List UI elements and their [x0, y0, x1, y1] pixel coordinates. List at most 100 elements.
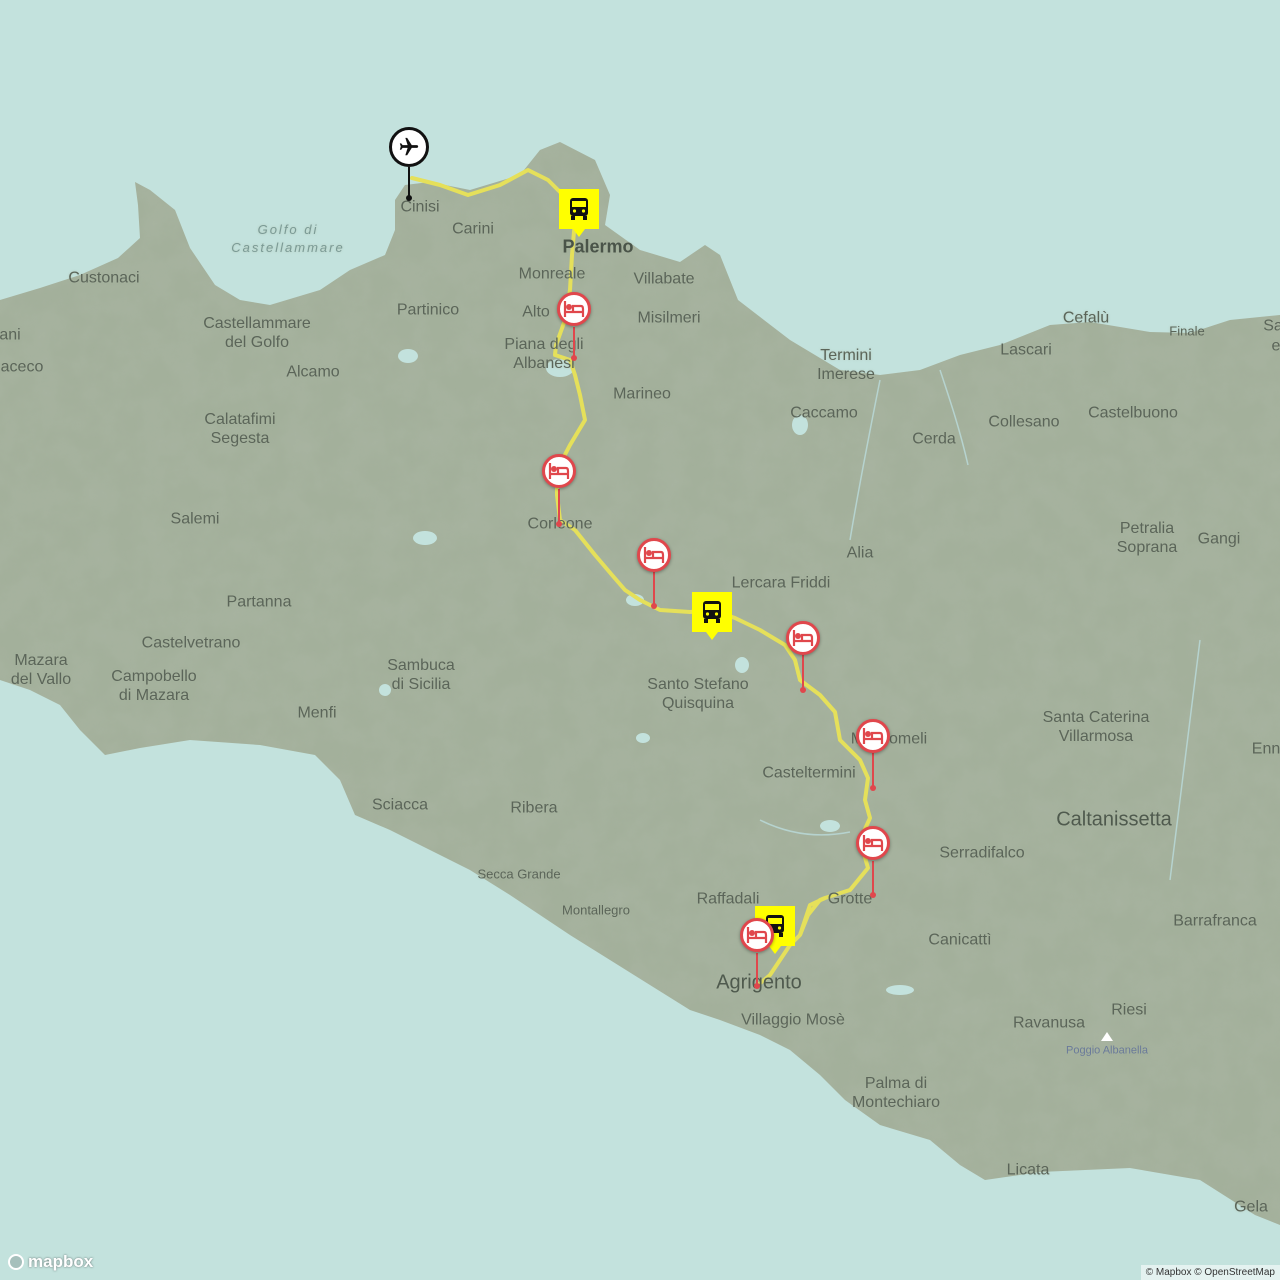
place-label: Finale	[1169, 323, 1205, 339]
place-label: Santo Stefano Quisquina	[647, 676, 749, 712]
place-label: Cefalù	[1062, 309, 1110, 327]
place-label: Gangi	[1197, 530, 1241, 548]
place-label: Enn	[1251, 740, 1280, 758]
place-label: Cerda	[912, 430, 956, 448]
hotel-point	[571, 355, 577, 361]
map-attribution[interactable]: © Mapbox © OpenStreetMap	[1140, 1265, 1280, 1280]
mapbox-logo[interactable]: mapbox	[8, 1252, 93, 1272]
hotel-stem	[872, 861, 874, 895]
place-label: Termini Imerese	[817, 347, 875, 383]
place-label: Lercara Friddi	[731, 574, 831, 592]
hotel-marker[interactable]	[786, 621, 820, 655]
hotel-marker[interactable]	[637, 538, 671, 572]
mapbox-logo-icon	[8, 1254, 24, 1270]
place-label: Montallegro	[562, 902, 630, 918]
place-label: Canicattì	[928, 931, 992, 949]
place-label: Monreale	[518, 265, 586, 283]
place-label: Partanna	[226, 593, 292, 611]
place-label: Ribera	[510, 799, 558, 817]
place-label: Villaggio Mosè	[741, 1011, 845, 1029]
bed-icon	[792, 630, 814, 646]
place-label: Grotte	[827, 890, 873, 908]
place-label: Caccamo	[790, 404, 858, 422]
hotel-point	[754, 983, 760, 989]
place-label: Partinico	[396, 301, 460, 319]
place-label: Salemi	[170, 510, 220, 528]
place-label: Secca Grande	[477, 866, 561, 882]
bus-marker[interactable]	[559, 189, 599, 237]
hotel-marker[interactable]	[740, 918, 774, 952]
sea-label: Golfo di Castellammare	[231, 222, 345, 255]
place-label: Palma di Montechiaro	[851, 1075, 941, 1111]
hotel-stem	[573, 327, 575, 357]
place-label: Villabate	[633, 270, 695, 288]
place-label: Casteltermini	[762, 764, 856, 782]
airport-stem	[408, 167, 410, 197]
place-label: Raffadali	[696, 890, 760, 908]
peak-icon	[1101, 1032, 1113, 1041]
place-label: Riesi	[1111, 1001, 1147, 1019]
place-label: Sciacca	[371, 796, 429, 814]
lake	[886, 985, 914, 995]
hotel-point	[870, 785, 876, 791]
hotel-point	[800, 687, 806, 693]
lake	[413, 531, 437, 545]
hotel-stem	[872, 753, 874, 787]
bus-marker[interactable]	[692, 592, 732, 640]
bed-icon	[746, 927, 768, 943]
hotel-point	[870, 892, 876, 898]
place-label: Mazara del Vallo	[10, 652, 72, 688]
place-label: Santa Caterina Villarmosa	[1042, 709, 1150, 745]
hotel-marker[interactable]	[856, 719, 890, 753]
hotel-stem	[653, 572, 655, 606]
hotel-marker[interactable]	[542, 454, 576, 488]
lake	[735, 657, 749, 673]
bed-icon	[862, 728, 884, 744]
place-label: Serradifalco	[939, 844, 1025, 862]
hotel-stem	[756, 953, 758, 985]
place-label: Castelbuono	[1088, 404, 1178, 422]
place-label: Piana degli Albanesi	[504, 336, 584, 372]
place-label: Calatafimi Segesta	[204, 411, 276, 447]
place-label: aceco	[0, 358, 44, 376]
place-label: e	[1271, 337, 1280, 355]
place-label: Gela	[1234, 1198, 1268, 1216]
bed-icon	[548, 463, 570, 479]
bed-icon	[643, 547, 665, 563]
place-label: Ravanusa	[1012, 1014, 1086, 1032]
hotel-point	[651, 603, 657, 609]
place-label: Carini	[452, 220, 494, 238]
hotel-point	[556, 521, 562, 527]
place-label: Licata	[1006, 1161, 1050, 1179]
airplane-icon	[399, 137, 419, 156]
peak-label: Poggio Albanella	[1066, 1044, 1148, 1057]
bus-icon	[703, 601, 721, 623]
hotel-marker[interactable]	[557, 292, 591, 326]
place-label: Alia	[846, 544, 874, 562]
airport-marker[interactable]	[389, 127, 429, 167]
place-label: Petralia Soprana	[1116, 520, 1178, 556]
place-label: Alcamo	[286, 363, 340, 381]
place-label: Castelvetrano	[141, 634, 241, 652]
place-label: Menfi	[297, 704, 337, 722]
bed-icon	[862, 835, 884, 851]
place-label: Sambuca di Sicilia	[387, 657, 455, 693]
place-label: Lascari	[1000, 341, 1052, 359]
place-label: Caltanissetta	[1056, 808, 1172, 831]
place-label: Collesano	[988, 413, 1060, 431]
lake	[820, 820, 840, 832]
place-label: Custonaci	[68, 269, 140, 287]
lake	[636, 733, 650, 743]
airport-point	[406, 195, 412, 201]
place-label: Misilmeri	[637, 309, 701, 327]
bus-icon	[570, 198, 588, 220]
place-label: Castellammare del Golfo	[203, 315, 311, 351]
bed-icon	[563, 301, 585, 317]
place-label: ani	[0, 326, 21, 344]
mapbox-logo-text: mapbox	[28, 1252, 94, 1271]
place-label: Palermo	[562, 236, 634, 257]
place-label: Campobello di Mazara	[111, 668, 197, 704]
hotel-marker[interactable]	[856, 826, 890, 860]
lake	[398, 349, 418, 363]
hotel-stem	[802, 655, 804, 689]
